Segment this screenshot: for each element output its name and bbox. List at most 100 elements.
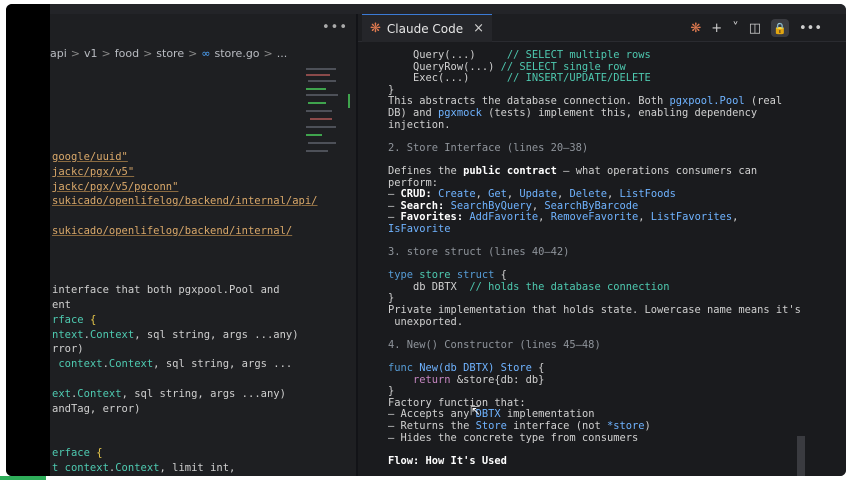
breadcrumb-item-v1[interactable]: v1	[84, 47, 98, 60]
new-tab-plus-icon[interactable]: +	[711, 21, 722, 36]
response-line: db DBTX // holds the database connection	[388, 280, 788, 294]
breadcrumb-item-file[interactable]: store.go	[215, 47, 260, 60]
breadcrumb-item-food[interactable]: food	[115, 47, 139, 60]
screenshot-frame: ••• api > v1 > food > store > ∞ store.go…	[0, 0, 850, 480]
tab-claude-code[interactable]: ❋ Claude Code ×	[362, 14, 493, 42]
bottom-accent-bar	[0, 476, 46, 480]
text-segment: ,	[506, 188, 520, 201]
code-line: ent	[52, 298, 352, 313]
code-line: sukicado/openlifelog/backend/internal/	[52, 224, 352, 239]
code-line: interface that both pgxpool.Pool and	[52, 283, 352, 298]
claude-spark-icon[interactable]: ❋	[690, 21, 701, 36]
text-segment: interface that both pgxpool.Pool and	[52, 284, 280, 297]
close-icon[interactable]: ×	[473, 21, 484, 36]
text-segment: ent	[52, 298, 71, 311]
text-segment: }	[388, 385, 395, 398]
text-segment: Factory function that:	[388, 396, 526, 409]
code-line: rror)	[52, 342, 352, 357]
text-segment: This abstracts the database connection. …	[388, 95, 670, 108]
text-segment: )	[644, 420, 651, 432]
text-segment: ntext	[52, 328, 84, 341]
text-segment: 2. Store Interface (lines 20–38)	[388, 141, 589, 154]
text-segment: rror)	[52, 343, 84, 356]
text-segment: New(db DBTX) Store	[419, 362, 539, 375]
text-segment: Create	[438, 188, 476, 201]
text-segment: store	[419, 269, 457, 282]
text-segment: , sql string, args ...any)	[134, 328, 299, 341]
text-segment: jackc/pgx/v5"	[52, 165, 135, 178]
text-segment: Context	[108, 358, 154, 371]
code-line: ntext.Context, sql string, args ...any)	[52, 328, 352, 343]
mouse-cursor-icon: ⇱	[470, 404, 481, 418]
text-segment: struct	[456, 269, 501, 282]
lock-icon[interactable]: 🔒	[770, 19, 789, 37]
text-segment: &store{db: db}	[456, 373, 545, 386]
text-segment: ,	[538, 211, 551, 224]
text-segment: Context	[89, 328, 135, 341]
text-segment: // holds the database connection	[469, 280, 670, 293]
text-segment: –	[388, 199, 401, 212]
text-segment: ,	[556, 188, 570, 201]
chevron-right-icon: >	[188, 46, 198, 60]
response-line: Exec(...) // INSERT/UPDATE/DELETE	[388, 72, 788, 85]
text-segment: {	[538, 362, 545, 375]
text-segment: sukicado/openlifelog/backend/internal/	[52, 224, 293, 237]
text-segment: Flow: How It's Used	[388, 454, 507, 467]
response-line: unexported.	[388, 316, 788, 329]
text-segment: RemoveFavorite	[550, 211, 639, 224]
chevron-down-icon[interactable]: ˅	[732, 21, 739, 36]
text-segment: // SELECT single row	[500, 60, 626, 73]
text-segment: // INSERT/UPDATE/DELETE	[506, 72, 651, 85]
text-segment: –	[388, 211, 401, 224]
text-segment: Search:	[400, 199, 445, 212]
top-strip	[50, 4, 846, 14]
text-segment: Private implementation that holds state.…	[388, 304, 801, 317]
text-segment: IsFavorite	[388, 222, 451, 235]
code-line: erface {	[52, 446, 352, 461]
text-segment: ,	[638, 211, 651, 224]
breadcrumb-item-store[interactable]: store	[156, 47, 184, 60]
chevron-right-icon: >	[143, 46, 153, 60]
code-line: rface {	[52, 313, 352, 328]
code-line: context.Context, sql string, args ...	[52, 357, 352, 372]
text-segment: Delete	[569, 188, 608, 201]
chevron-right-icon: >	[70, 46, 80, 60]
split-editor-icon[interactable]: ◫	[749, 21, 761, 36]
text-segment: Context	[115, 461, 160, 474]
claude-response-text: Query(...) // SELECT multiple rows Query…	[388, 49, 801, 467]
text-segment: google/uuid"	[52, 150, 128, 163]
text-segment: perform:	[388, 176, 439, 189]
code-line: t context.Context, limit int,	[52, 461, 352, 476]
text-segment: ListFoods	[619, 188, 676, 201]
scrollbar-thumb[interactable]	[797, 436, 805, 476]
text-segment: Get	[488, 188, 507, 201]
text-segment: Favorites:	[400, 211, 464, 224]
text-segment: SearchByQuery	[450, 199, 532, 212]
response-line: IsFavorite	[388, 222, 788, 236]
editor-more-actions-button[interactable]: •••	[322, 20, 348, 35]
breadcrumb-item-symbol[interactable]: ...	[277, 47, 288, 60]
text-segment: Update	[519, 188, 557, 201]
text-segment: jackc/pgx/v5/pgconn"	[52, 180, 179, 193]
more-actions-icon[interactable]: •••	[799, 21, 822, 36]
code-area[interactable]: google/uuid" jackc/pgx/v5" jackc/pgx/v5/pg…	[52, 76, 352, 476]
text-segment: context	[52, 358, 103, 371]
text-segment: SearchByBarcode	[544, 199, 639, 212]
text-segment: erface	[52, 446, 97, 459]
breadcrumb-item-api[interactable]: api	[50, 47, 67, 60]
text-segment: Defines the	[388, 164, 464, 177]
text-segment: , limit int,	[159, 461, 236, 474]
text-segment: pgxpool.Pool	[669, 95, 745, 108]
code-line: sukicado/openlifelog/backend/internal/ap…	[52, 194, 352, 209]
claude-tab-bar: ❋ Claude Code × ❋ + ˅ ◫ 🔒 •••	[358, 14, 846, 42]
text-segment: ListFavorites	[650, 211, 733, 224]
text-segment: – Hides the concrete type from consumers	[388, 431, 639, 444]
text-segment: pgxmock	[438, 106, 482, 119]
